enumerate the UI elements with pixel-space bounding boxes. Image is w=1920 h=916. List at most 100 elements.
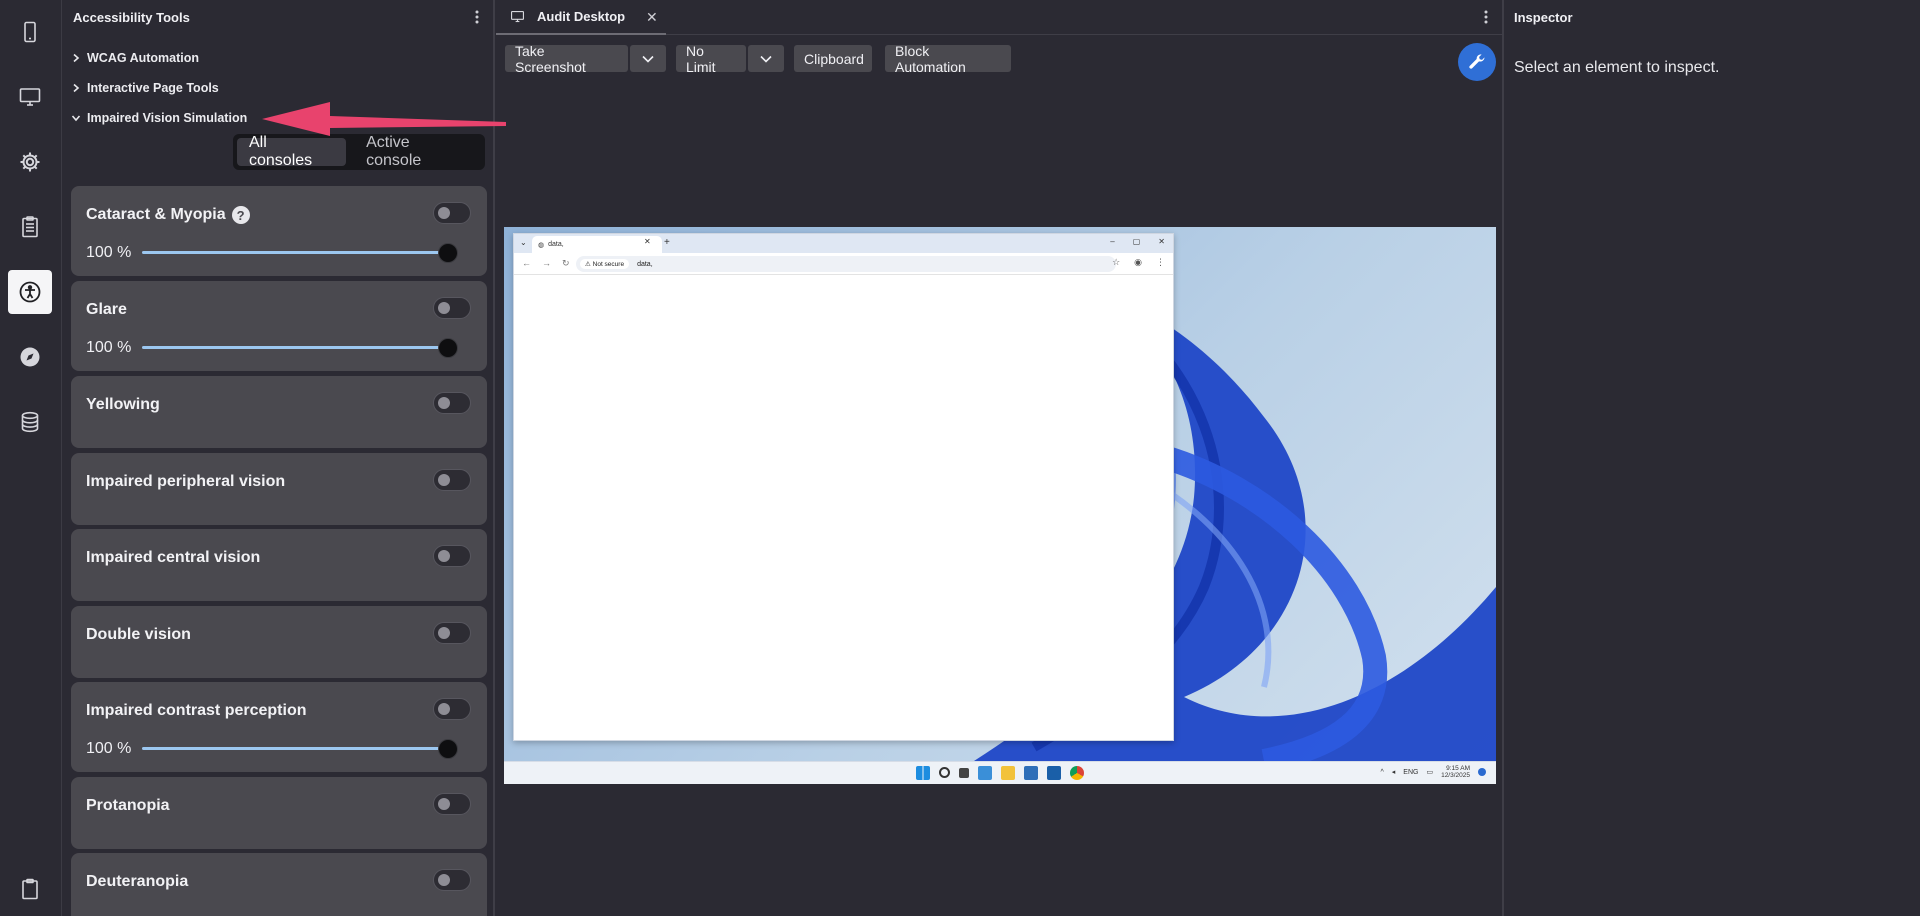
all-consoles-option[interactable]: All consoles (237, 134, 347, 169)
deuteranopia-toggle[interactable] (433, 869, 471, 891)
accessibility-tools-panel: Accessibility Tools WCAG Automation Inte… (63, 0, 495, 916)
database-button[interactable] (8, 400, 52, 444)
peripheral-vision-toggle[interactable] (433, 469, 471, 491)
chevron-down-icon (71, 115, 81, 122)
slider-handle[interactable] (438, 243, 458, 263)
sim-card-double-vision: Double vision (71, 606, 487, 678)
tool-rail (0, 0, 62, 916)
chrome-icon[interactable] (1070, 766, 1084, 780)
store-icon[interactable] (1024, 766, 1038, 780)
forward-icon[interactable]: → (542, 258, 551, 269)
close-window-icon[interactable]: ✕ (1158, 237, 1165, 246)
checklist-button[interactable] (8, 205, 52, 249)
remote-desktop-screen[interactable]: ⌄ ◍ data, ✕ + – ▢ ✕ ← → ↻ ⚠ Not secure d… (504, 227, 1496, 784)
take-screenshot-button[interactable]: Take Screenshot (505, 43, 628, 75)
task-view-icon[interactable] (959, 768, 969, 778)
limit-button[interactable]: No Limit (676, 43, 746, 75)
tree-item-wcag-automation[interactable]: WCAG Automation (71, 48, 199, 68)
not-secure-badge[interactable]: ⚠ Not secure (580, 259, 630, 269)
mobile-device-button[interactable] (8, 10, 52, 54)
file-explorer-icon[interactable] (1001, 766, 1015, 780)
tree-item-interactive-page-tools[interactable]: Interactive Page Tools (71, 78, 219, 98)
accessibility-button[interactable] (8, 270, 52, 314)
minimize-icon[interactable]: – (1110, 237, 1114, 246)
maximize-icon[interactable]: ▢ (1133, 237, 1141, 246)
volume-icon[interactable]: ▭ (1426, 768, 1433, 776)
database-icon (21, 411, 39, 433)
search-icon[interactable] (939, 767, 950, 778)
help-icon[interactable]: ? (231, 206, 250, 224)
back-icon[interactable]: ← (522, 258, 531, 269)
panel-menu-button[interactable] (469, 8, 485, 26)
sim-card-title: Double vision (86, 626, 191, 643)
sim-card-title: Impaired peripheral vision (86, 473, 286, 490)
kebab-icon (1484, 10, 1488, 24)
protanopia-toggle[interactable] (433, 793, 471, 815)
reload-icon[interactable]: ↻ (562, 258, 570, 269)
clipboard-icon (22, 878, 38, 900)
widgets-icon[interactable] (978, 766, 992, 780)
chevron-up-icon[interactable]: ^ (1380, 769, 1383, 776)
browser-window[interactable]: ⌄ ◍ data, ✕ + – ▢ ✕ ← → ↻ ⚠ Not secure d… (513, 233, 1174, 741)
kebab-icon[interactable]: ⋮ (1156, 257, 1165, 268)
clipboard-button[interactable] (8, 874, 52, 904)
profile-icon[interactable]: ◉ (1134, 257, 1142, 268)
percent-label: 100 % (86, 244, 132, 261)
slider-handle[interactable] (438, 739, 458, 759)
browser-actions: ☆ ◉ ⋮ (1112, 257, 1165, 268)
tools-button[interactable] (1458, 43, 1496, 81)
settings-button[interactable] (8, 140, 52, 184)
star-icon[interactable]: ☆ (1112, 257, 1120, 268)
windows-start-icon[interactable] (916, 766, 930, 780)
address-bar[interactable]: ⚠ Not secure data, (576, 256, 1116, 272)
yellowing-toggle[interactable] (433, 392, 471, 414)
desktop-button[interactable] (8, 75, 52, 119)
explore-button[interactable] (8, 335, 52, 379)
sim-card-title: Protanopia (86, 797, 170, 814)
glare-slider[interactable] (142, 338, 458, 358)
percent-label: 100 % (86, 740, 132, 757)
language-indicator[interactable]: ENG (1403, 769, 1418, 776)
active-console-option[interactable]: Active console (354, 134, 481, 169)
limit-dropdown[interactable] (748, 45, 784, 72)
view-menu-button[interactable] (1478, 8, 1494, 26)
contrast-slider[interactable] (142, 739, 458, 759)
screenshot-options-dropdown[interactable] (630, 45, 666, 72)
sim-card-peripheral: Impaired peripheral vision (71, 453, 487, 525)
central-vision-toggle[interactable] (433, 545, 471, 567)
slider-handle[interactable] (438, 338, 458, 358)
glare-toggle[interactable] (433, 297, 471, 319)
double-vision-toggle[interactable] (433, 622, 471, 644)
nav-buttons: ← → ↻ (522, 258, 570, 269)
gear-icon (20, 152, 40, 172)
percent-label: 100 % (86, 339, 132, 356)
browser-tab[interactable]: ◍ data, (532, 236, 662, 253)
tab-search-icon[interactable]: ⌄ (520, 238, 527, 247)
kebab-icon (475, 10, 479, 24)
network-icon[interactable]: ◂ (1392, 768, 1396, 776)
new-tab-icon[interactable]: + (664, 237, 670, 248)
cataract-myopia-toggle[interactable] (433, 202, 471, 224)
wrench-icon (1469, 54, 1485, 69)
tree-item-label: WCAG Automation (87, 51, 200, 65)
sim-card-cataract-myopia: Cataract & Myopia ? 100 % (71, 186, 487, 276)
tree-item-impaired-vision-simulation[interactable]: Impaired Vision Simulation (71, 108, 247, 128)
sim-card-title: Yellowing (86, 396, 160, 413)
tab-audit-desktop[interactable]: Audit Desktop (496, 0, 666, 35)
mail-icon[interactable] (1047, 766, 1061, 780)
close-icon[interactable]: ✕ (644, 237, 651, 246)
clock[interactable]: 9:15 AM 12/3/2025 (1441, 765, 1470, 779)
window-controls: – ▢ ✕ (1110, 237, 1165, 246)
clipboard-toolbar-button[interactable]: Clipboard (794, 45, 872, 72)
monitor-icon (19, 88, 41, 106)
url-text: data, (637, 260, 653, 268)
notification-icon[interactable] (1478, 768, 1486, 776)
globe-icon: ◍ (538, 241, 545, 249)
close-tab-button[interactable]: ✕ (646, 9, 658, 26)
windows-taskbar: ^ ◂ ENG ▭ 9:15 AM 12/3/2025 (504, 761, 1496, 784)
contrast-toggle[interactable] (433, 698, 471, 720)
chevron-down-icon (642, 55, 654, 63)
cataract-myopia-slider[interactable] (142, 243, 458, 263)
block-automation-button[interactable]: Block Automation (885, 43, 1011, 75)
taskbar-apps (916, 766, 1084, 780)
